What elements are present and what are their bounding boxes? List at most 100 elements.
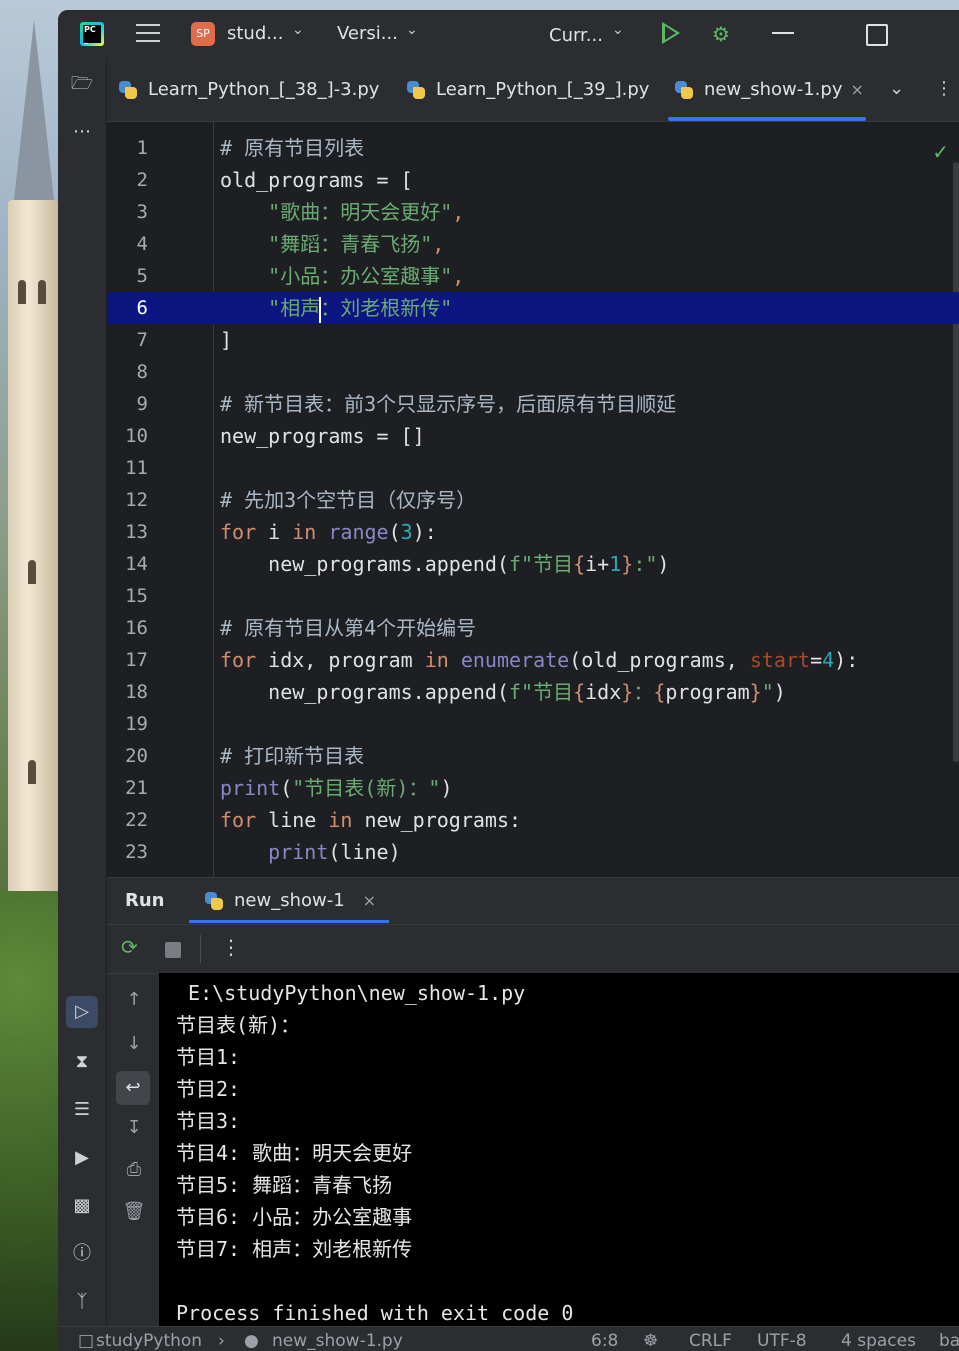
- string-literal: ：: [633, 680, 654, 704]
- console-line: 节目3:: [176, 1109, 241, 1133]
- code-line: 22 for line in new_programs:: [107, 804, 959, 836]
- layers-icon[interactable]: ☰: [70, 1098, 94, 1122]
- line-number: 23: [125, 841, 148, 863]
- arrow-up-icon[interactable]: ↑: [121, 987, 147, 1013]
- line-number: 17: [125, 649, 148, 671]
- pycharm-logo-icon[interactable]: PC _: [80, 22, 104, 46]
- run-tool-window: Run new_show-1 × ⟳ ⋮ ↑ ↓ ↩ ↧ ⎙ 🗑 E:\stud…: [107, 877, 959, 1351]
- code-text: new_programs = []: [220, 424, 425, 448]
- identifier: i: [256, 520, 293, 544]
- parameter: start: [749, 648, 811, 672]
- number: 4: [822, 648, 835, 672]
- breadcrumb-project[interactable]: studyPython: [96, 1331, 202, 1351]
- line-separator[interactable]: CRLF: [689, 1331, 732, 1351]
- soft-wrap-icon[interactable]: ↩: [116, 1071, 150, 1105]
- scroll-to-end-icon[interactable]: ↧: [121, 1115, 147, 1141]
- close-icon[interactable]: ×: [363, 891, 376, 910]
- code-text: old_programs = [: [220, 168, 413, 192]
- close-icon[interactable]: ×: [850, 80, 863, 99]
- tab-label: Learn_Python_[_39_].py: [436, 79, 650, 100]
- punct: ): [440, 776, 453, 800]
- console-output[interactable]: E:\studyPython\new_show-1.py 节目表(新)： 节目1…: [159, 973, 959, 1351]
- code-text: new_programs.append(f"节目{idx}：{program}"…: [220, 676, 786, 708]
- castle-tower: [8, 200, 58, 900]
- python-file-icon: [205, 891, 223, 910]
- more-vertical-icon[interactable]: ⋮: [221, 935, 241, 959]
- brace: {: [573, 552, 586, 576]
- chevron-down-icon[interactable]: ⌄: [889, 78, 904, 99]
- more-vertical-icon[interactable]: ⋮: [935, 78, 953, 99]
- line-number: 18: [125, 681, 148, 703]
- services-icon[interactable]: ▶: [70, 1146, 94, 1170]
- run-config-selector[interactable]: Curr...: [549, 25, 603, 46]
- vcs-widget[interactable]: Versi...: [337, 23, 398, 44]
- line-number: 19: [125, 713, 148, 735]
- tab-learn-python-39[interactable]: Learn_Python_[_39_].py: [407, 58, 649, 121]
- line-number: 6: [136, 297, 148, 319]
- trash-icon[interactable]: 🗑: [121, 1199, 147, 1225]
- code-line: 14 new_programs.append(f"节目{i+1}:"): [107, 548, 959, 580]
- line-number: 22: [125, 809, 148, 831]
- python-file-icon: [407, 80, 425, 99]
- project-badge[interactable]: SP: [191, 22, 215, 46]
- run-tab-label: new_show-1: [234, 890, 345, 911]
- punct: =: [810, 648, 823, 672]
- run-icon[interactable]: [662, 22, 680, 44]
- punct: ):: [412, 520, 437, 544]
- brace: }: [749, 680, 762, 704]
- more-icon[interactable]: ⋯: [70, 120, 94, 144]
- chevron-down-icon[interactable]: ⌄: [612, 22, 624, 38]
- builtin: print: [220, 776, 281, 800]
- line-number: 4: [136, 233, 148, 255]
- arrow-down-icon[interactable]: ↓: [121, 1031, 147, 1057]
- caret-position[interactable]: 6:8: [591, 1331, 618, 1351]
- line-number: 5: [136, 265, 148, 287]
- tab-new-show-1[interactable]: new_show-1.py ×: [675, 58, 864, 121]
- code-text: "歌曲：明天会更好",: [220, 196, 464, 228]
- stop-icon[interactable]: [165, 942, 181, 958]
- debug-icon[interactable]: ⚙: [712, 22, 734, 46]
- terminal-icon[interactable]: ▩: [70, 1194, 94, 1218]
- chevron-right-icon: ›: [218, 1331, 225, 1351]
- maximize-button[interactable]: [866, 24, 888, 46]
- code-line: 23 print(line): [107, 836, 959, 868]
- project-name[interactable]: stud...: [227, 23, 283, 44]
- tab-learn-python-38[interactable]: Learn_Python_[_38_]-3.py: [119, 58, 379, 121]
- python-file-icon: ●: [244, 1331, 259, 1351]
- call: new_programs.append(: [268, 552, 509, 576]
- castle-window: [18, 280, 26, 304]
- code-line: 11: [107, 452, 959, 484]
- inspection-profile-icon[interactable]: ☸: [643, 1331, 658, 1351]
- keyword: for: [220, 648, 257, 672]
- builtin: enumerate: [460, 648, 570, 672]
- run-tab-new-show-1[interactable]: new_show-1 ×: [205, 890, 376, 911]
- chevron-down-icon[interactable]: ⌄: [406, 22, 418, 38]
- chevron-down-icon[interactable]: ⌄: [292, 22, 304, 38]
- code-line: 18 new_programs.append(f"节目{idx}：{progra…: [107, 676, 959, 708]
- console-line: Process finished with exit code 0: [176, 1301, 574, 1325]
- indent-setting[interactable]: 4 spaces: [841, 1331, 916, 1351]
- print-icon[interactable]: ⎙: [121, 1157, 147, 1183]
- folder-icon[interactable]: 🗁: [70, 72, 94, 96]
- python-console-icon[interactable]: ⧗: [70, 1050, 94, 1074]
- code-text: # 打印新节目表: [220, 744, 365, 768]
- run-tool-icon[interactable]: ▷: [66, 996, 98, 1028]
- line-number: 10: [125, 425, 148, 447]
- builtin: range: [328, 520, 389, 544]
- interpreter-widget[interactable]: ba: [939, 1331, 959, 1351]
- code-text: for i in range(3):: [220, 516, 437, 548]
- code-editor[interactable]: ✓ 1 # 原有节目列表 2 old_programs = [ 3 "歌曲：明天…: [107, 122, 959, 877]
- code-text: print("节目表(新)："): [220, 772, 452, 804]
- code-line: 19: [107, 708, 959, 740]
- problems-icon[interactable]: ⓘ: [70, 1242, 94, 1266]
- git-icon[interactable]: ᛉ: [70, 1290, 94, 1314]
- main-menu-icon[interactable]: [136, 24, 160, 44]
- desktop-wallpaper: [0, 0, 60, 1351]
- rerun-icon[interactable]: ⟳: [121, 935, 138, 959]
- console-line: 节目表(新)：: [176, 1013, 301, 1037]
- breadcrumb-file[interactable]: new_show-1.py: [272, 1331, 403, 1351]
- builtin: print: [268, 840, 329, 864]
- file-encoding[interactable]: UTF-8: [757, 1331, 807, 1351]
- minimize-button[interactable]: [772, 32, 794, 34]
